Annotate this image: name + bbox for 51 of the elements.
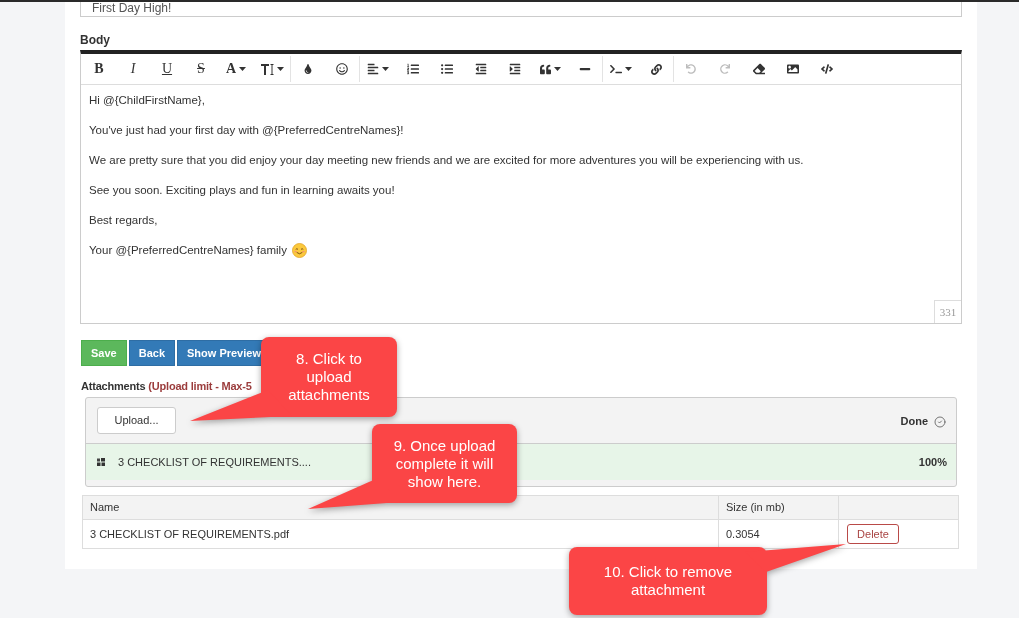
subject-field[interactable]: First Day High! xyxy=(80,2,962,17)
smiling-face-icon xyxy=(291,242,307,258)
check-circle-icon xyxy=(934,415,946,428)
body-paragraph: Best regards, xyxy=(89,213,158,228)
quote-icon xyxy=(539,63,551,75)
upload-file-name: 3 CHECKLIST OF REQUIREMENTS.... xyxy=(118,454,311,470)
delete-button[interactable]: Delete xyxy=(847,524,899,544)
font-name-button[interactable]: A xyxy=(218,55,254,83)
numbered-list-icon xyxy=(407,63,419,75)
bulleted-list-icon xyxy=(441,63,453,75)
upload-percent: 100% xyxy=(918,454,947,470)
caret-icon xyxy=(276,67,284,71)
body-label: Body xyxy=(80,33,111,47)
callout-text: 9. Once upload complete it will show here. xyxy=(392,436,497,491)
upload-status: Done xyxy=(900,414,928,430)
redo-icon xyxy=(720,64,730,74)
caret-icon xyxy=(553,67,561,71)
attachments-label: Attachments xyxy=(81,380,146,392)
character-count: 331 xyxy=(934,300,961,323)
body-paragraph: Your @{PreferredCentreNames} family xyxy=(89,243,287,258)
caret-icon xyxy=(239,67,247,71)
indent-icon xyxy=(509,63,521,75)
outdent-icon xyxy=(475,63,487,75)
droplet-icon xyxy=(303,64,313,74)
terminal-icon xyxy=(610,63,622,75)
column-header: Size (in mb) xyxy=(719,496,839,519)
body-paragraph: See you soon. Exciting plays and fun in learning awaits you! xyxy=(89,183,395,198)
bold-button[interactable]: B xyxy=(82,55,116,83)
callout-text: 10. Click to remove attachment xyxy=(602,563,734,599)
strikethrough-button[interactable]: S xyxy=(184,55,218,83)
italic-button[interactable]: I xyxy=(116,55,150,83)
caret-icon xyxy=(625,67,632,71)
preview-button[interactable]: Show Preview xyxy=(177,340,264,366)
smiley-icon xyxy=(336,63,348,75)
undo-icon xyxy=(686,64,696,74)
image-icon xyxy=(787,63,799,75)
code-icon xyxy=(821,63,833,75)
caret-icon xyxy=(382,67,389,71)
callout-text: 8. Click to upload attachments xyxy=(287,350,371,404)
text-height-icon xyxy=(260,63,274,75)
eraser-icon xyxy=(753,63,765,75)
body-paragraph: We are pretty sure that you did enjoy your day meeting new friends and we are excited for more adventures you will be experiencing with us. xyxy=(89,153,804,168)
upload-limit-note: (Upload limit - Max-5 xyxy=(148,380,252,392)
upload-button[interactable]: Upload... xyxy=(97,407,176,434)
body-paragraph: You've just had your first day with @{PreferredCentreNames}! xyxy=(89,123,404,138)
link-icon xyxy=(650,63,662,75)
underline-button[interactable]: U xyxy=(150,55,184,83)
back-button[interactable]: Back xyxy=(128,340,175,366)
align-left-icon xyxy=(367,63,379,75)
grid-icon xyxy=(97,458,105,466)
body-paragraph: Hi @{ChildFirstName}, xyxy=(89,93,205,108)
